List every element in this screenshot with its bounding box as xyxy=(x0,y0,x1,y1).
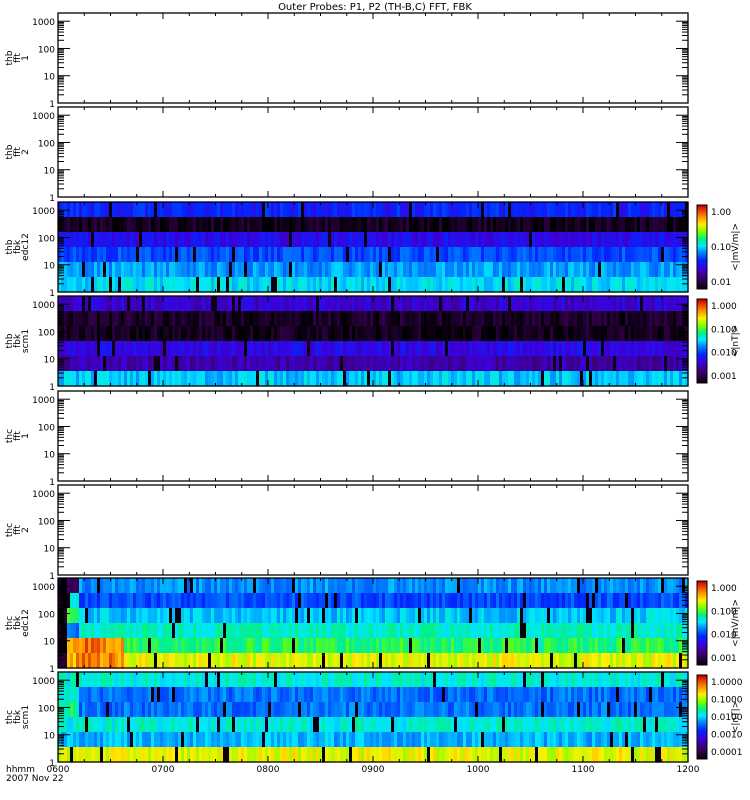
panel-label: edc12 xyxy=(21,233,31,261)
panel-frame xyxy=(57,12,689,104)
y-tick-label: 1 xyxy=(49,665,55,675)
y-tick-label: 10 xyxy=(44,262,56,272)
y-tick-label: 100 xyxy=(38,139,55,149)
y-tick-label: 1000 xyxy=(32,301,55,311)
y-tick-label: 100 xyxy=(38,234,55,244)
y-tick-label: 1000 xyxy=(32,207,55,217)
panel-thb-fft-2: 1101001000thbfft2 xyxy=(5,106,689,204)
y-tick-label: 1 xyxy=(49,572,55,582)
panel-label: 2 xyxy=(21,149,31,155)
y-tick-label: 1 xyxy=(49,289,55,299)
y-tick-label: 1000 xyxy=(32,490,55,500)
y-tick-label: 100 xyxy=(38,423,55,433)
panel-thc-fft-2: 1101001000thcfft2 xyxy=(5,484,689,582)
panel-frame xyxy=(57,390,689,482)
colorbar-label: <|nT|> xyxy=(731,325,741,357)
colorbar: 1.00 0.10 0.01<|mV/m|> xyxy=(696,204,741,290)
plot-window: Outer Probes: P1, P2 (TH-B,C) FFT, FBK h… xyxy=(0,0,750,800)
panel-label: 1 xyxy=(21,433,31,439)
y-tick-label: 10 xyxy=(44,638,56,648)
y-tick-label: 10 xyxy=(44,451,56,461)
panel-frame xyxy=(57,484,689,576)
panel-label: 1 xyxy=(21,55,31,61)
y-tick-label: 1 xyxy=(49,478,55,488)
colorbar-label: <|mV/m|> xyxy=(731,223,741,271)
colorbar: 1.0000.1000.0100.001<|nT|> xyxy=(696,298,741,384)
y-tick-label: 100 xyxy=(38,610,55,620)
y-tick-label: 1 xyxy=(49,194,55,204)
panel-label: 2 xyxy=(21,527,31,533)
colorbar-tick-label: 0.001 xyxy=(711,654,737,664)
colorbar-tick-label: 0.001 xyxy=(711,372,737,382)
y-tick-label: 1 xyxy=(49,383,55,393)
panel-thb-fbk-scm1: 1.0000.1000.0100.001<|nT|>1101001000thbf… xyxy=(5,295,741,393)
panel-thc-fft-1: 1101001000thcfft1 xyxy=(5,390,689,488)
panel-label: scm1 xyxy=(21,329,31,353)
panel-thc-fbk-scm1: 1.00000.10000.01000.00100.0001<|nT|>1101… xyxy=(5,671,743,769)
panel-label: edc12 xyxy=(21,609,31,637)
colorbar-tick-label: 1.000 xyxy=(711,302,737,312)
colorbar-tick-label: 0.10 xyxy=(711,243,731,253)
x-label-date: 2007 Nov 22 xyxy=(6,774,64,784)
colorbar-tick-label: 0.01 xyxy=(711,278,731,288)
y-tick-label: 1000 xyxy=(32,18,55,28)
y-tick-label: 1000 xyxy=(32,396,55,406)
multi-panel-spectrogram: Outer Probes: P1, P2 (TH-B,C) FFT, FBK h… xyxy=(5,2,743,784)
panel-thc-fbk-edc12: 1.0000.1000.0100.001<|mV/m|>1101001000th… xyxy=(5,577,741,675)
colorbar-tick-label: 1.000 xyxy=(711,584,737,594)
colorbar-label: <|mV/m|> xyxy=(731,599,741,647)
colorbar-tick-label: 1.00 xyxy=(711,208,731,218)
chart-title: Outer Probes: P1, P2 (TH-B,C) FFT, FBK xyxy=(278,2,472,13)
y-tick-label: 100 xyxy=(38,517,55,527)
panel-thb-fbk-edc12: 1.000.100.01<|mV/m|>1101001000thbfbkedc1… xyxy=(5,201,741,299)
y-tick-label: 1 xyxy=(49,100,55,110)
y-tick-label: 1000 xyxy=(32,112,55,122)
y-tick-label: 10 xyxy=(44,356,56,366)
y-tick-label: 10 xyxy=(44,545,56,555)
y-tick-label: 10 xyxy=(44,73,56,83)
y-tick-label: 100 xyxy=(38,328,55,338)
colorbar: 1.0000.1000.0100.001<|mV/m|> xyxy=(696,580,741,666)
panel-thb-fft-1: 1101001000thbfft1 xyxy=(5,12,689,110)
y-tick-label: 1000 xyxy=(32,583,55,593)
y-tick-label: 100 xyxy=(38,45,55,55)
y-tick-label: 10 xyxy=(44,167,56,177)
panel-frame xyxy=(57,106,689,198)
